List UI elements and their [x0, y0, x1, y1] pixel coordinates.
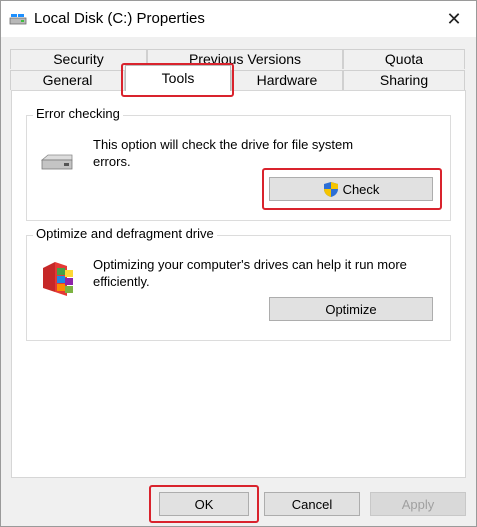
drive-icon: [9, 14, 27, 25]
error-checking-description: This option will check the drive for fil…: [93, 137, 354, 169]
apply-button-label: Apply: [401, 496, 435, 512]
properties-window: Local Disk (C:) Properties ✕ Security Pr…: [0, 0, 477, 527]
hard-drive-icon: [40, 154, 73, 170]
tab-quota[interactable]: Quota: [343, 49, 465, 69]
cancel-button[interactable]: Cancel: [264, 492, 360, 516]
optimize-button[interactable]: Optimize: [269, 297, 433, 321]
defragment-icon: [43, 262, 73, 296]
tab-label: Quota: [384, 51, 424, 67]
window-title: Local Disk (C:) Properties: [34, 10, 205, 27]
group-title: Error checking: [33, 106, 123, 121]
ok-button-highlight: [149, 485, 259, 523]
title-bar: Local Disk (C:) Properties ✕: [1, 1, 476, 37]
optimize-description: Optimizing your computer's drives can he…: [93, 257, 407, 289]
check-button-highlight: [262, 168, 442, 210]
cancel-button-label: Cancel: [291, 496, 333, 512]
close-button[interactable]: ✕: [440, 6, 468, 32]
tab-general[interactable]: General: [10, 70, 125, 90]
tab-label: Hardware: [256, 72, 318, 88]
close-icon: ✕: [446, 8, 462, 29]
tab-label: Sharing: [379, 72, 429, 88]
optimize-group: Optimize and defragment drive Optimizing…: [26, 226, 451, 341]
tools-tab-highlight: [121, 63, 234, 97]
apply-button[interactable]: Apply: [370, 492, 466, 516]
tab-label: General: [42, 72, 93, 88]
tab-hardware[interactable]: Hardware: [231, 70, 343, 90]
tools-panel: Error checking This option will check th…: [11, 90, 466, 478]
group-title: Optimize and defragment drive: [33, 226, 217, 241]
tab-sharing[interactable]: Sharing: [343, 70, 465, 90]
optimize-button-label: Optimize: [325, 301, 377, 317]
tab-label: Security: [53, 51, 104, 67]
